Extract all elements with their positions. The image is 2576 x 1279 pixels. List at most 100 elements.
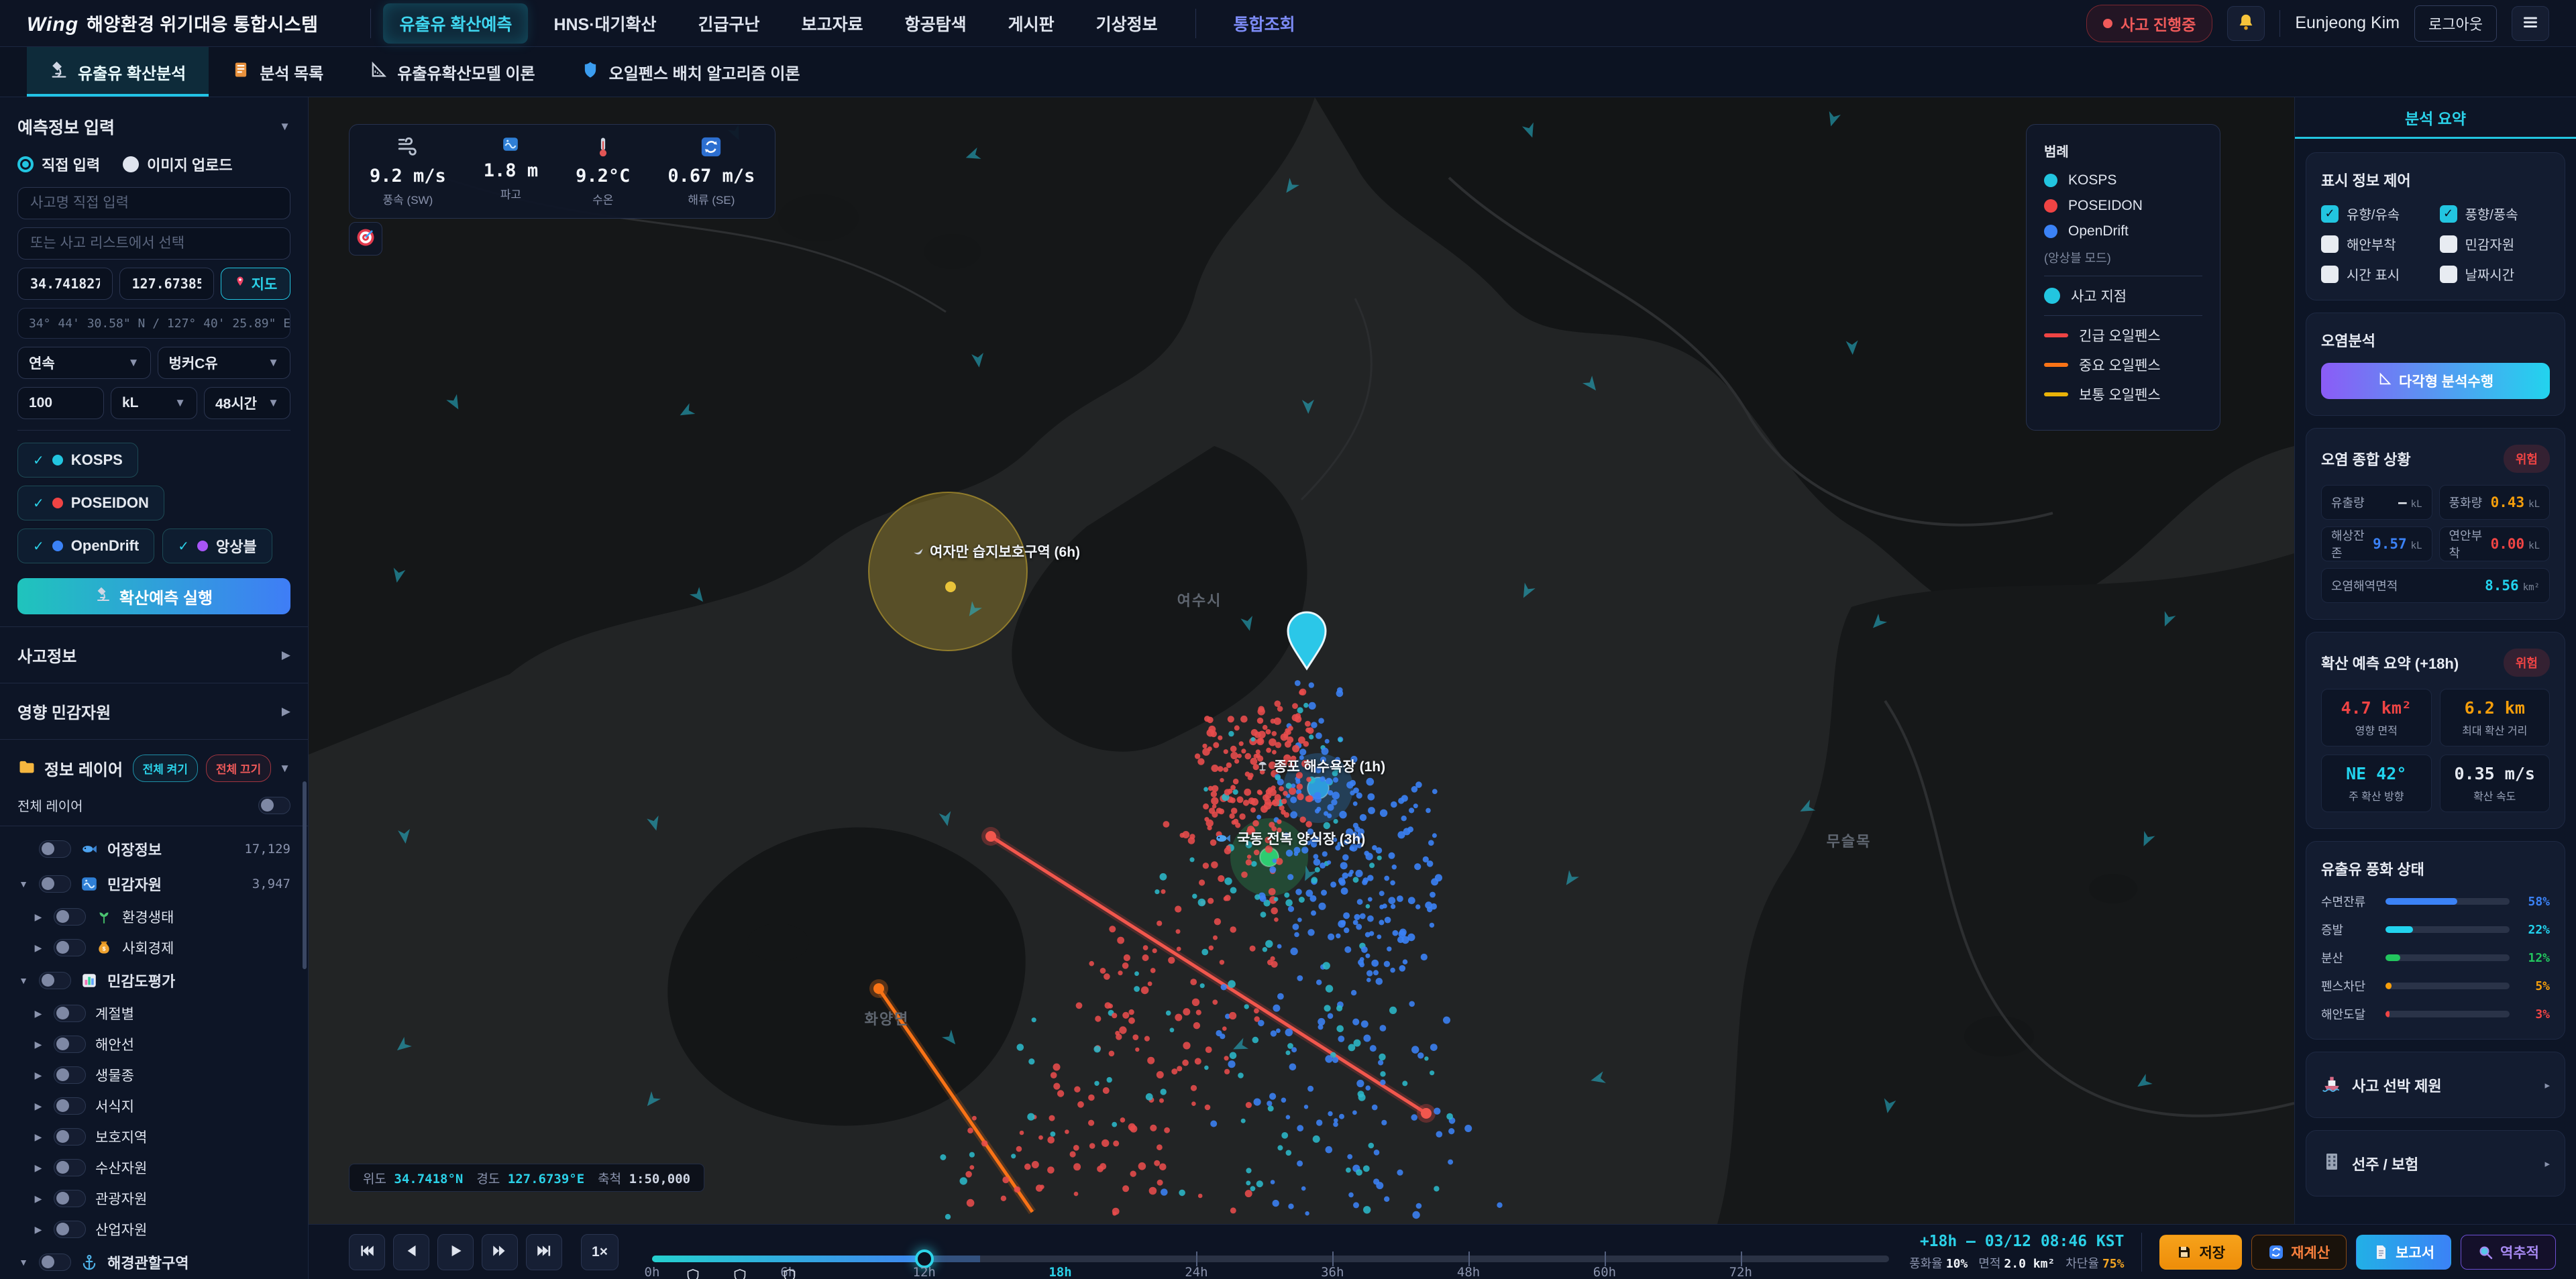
model-chip-KOSPS[interactable]: ✓ KOSPS bbox=[17, 443, 138, 478]
layer-toggle[interactable] bbox=[39, 972, 71, 989]
radio-direct-input[interactable]: 직접 입력 bbox=[17, 154, 100, 175]
timeline-track[interactable]: 0h 6h 12h 18h 24h 36h 48h 60h 72h bbox=[645, 1249, 1890, 1279]
model-chip-OpenDrift[interactable]: ✓ OpenDrift bbox=[17, 529, 155, 563]
report-button[interactable]: 보고서 bbox=[2356, 1234, 2452, 1270]
playback-play-button[interactable] bbox=[437, 1233, 474, 1270]
tab-유출유확산모델 이론[interactable]: 유출유확산모델 이론 bbox=[346, 47, 557, 97]
playback-prev-button[interactable] bbox=[393, 1233, 429, 1270]
spill-type-select[interactable]: 연속 ▼ bbox=[17, 347, 151, 379]
nav-item-기상정보[interactable]: 기상정보 bbox=[1080, 3, 1174, 44]
incident-name-input[interactable] bbox=[17, 187, 290, 219]
caret-icon[interactable]: ▶ bbox=[32, 1008, 44, 1019]
caret-icon[interactable]: ▶ bbox=[32, 1193, 44, 1205]
pick-on-map-button[interactable]: 지도 bbox=[221, 268, 290, 300]
layer-toggle[interactable] bbox=[54, 1221, 86, 1238]
longitude-input[interactable] bbox=[119, 268, 214, 300]
tab-유출유 확산분석[interactable]: 유출유 확산분석 bbox=[27, 47, 209, 97]
tab-오일펜스 배치 알고리즘 이론[interactable]: 오일펜스 배치 알고리즘 이론 bbox=[558, 47, 823, 97]
nav-item-게시판[interactable]: 게시판 bbox=[992, 3, 1071, 44]
owner-insurance-section[interactable]: 선주 / 보험 ▸ bbox=[2306, 1130, 2565, 1197]
layer-toggle[interactable] bbox=[54, 1159, 86, 1176]
duration-select[interactable]: 48시간 ▼ bbox=[204, 387, 290, 419]
incident-list-input[interactable] bbox=[17, 227, 290, 260]
caret-icon[interactable]: ▶ bbox=[32, 1039, 44, 1050]
layer-toggle[interactable] bbox=[54, 1066, 86, 1084]
amount-input[interactable]: 100 bbox=[17, 387, 104, 419]
unit-select[interactable]: kL ▼ bbox=[111, 387, 197, 419]
incident-status-badge[interactable]: 사고 진행중 bbox=[2086, 4, 2213, 42]
nav-item-항공탐색[interactable]: 항공탐색 bbox=[889, 3, 983, 44]
display-check-유향/유속[interactable]: ✓ 유향/유속 bbox=[2321, 204, 2432, 223]
nav-item-보고자료[interactable]: 보고자료 bbox=[786, 3, 879, 44]
caret-icon[interactable]: ▶ bbox=[32, 1224, 44, 1235]
nav-item-통합조회[interactable]: 통합조회 bbox=[1218, 3, 1311, 44]
layer-toggle[interactable] bbox=[54, 939, 86, 956]
model-chip-POSEIDON[interactable]: ✓ POSEIDON bbox=[17, 486, 164, 520]
layer-toggle[interactable] bbox=[54, 1190, 86, 1207]
display-check-민감자원[interactable]: 민감자원 bbox=[2439, 234, 2551, 254]
recalc-button[interactable]: 재계산 bbox=[2251, 1234, 2347, 1270]
caret-icon[interactable]: ▶ bbox=[32, 1101, 44, 1112]
impact-resources-section[interactable]: 영향 민감자원 ▶ bbox=[0, 683, 308, 739]
playback-speed-button[interactable]: 1× bbox=[581, 1233, 619, 1270]
timeline-stat-면적: 면적 2.0 km² bbox=[1978, 1256, 2055, 1271]
run-prediction-button[interactable]: 확산예측 실행 bbox=[17, 578, 290, 614]
incident-info-section[interactable]: 사고정보 ▶ bbox=[0, 626, 308, 683]
caret-icon[interactable]: ▶ bbox=[32, 1162, 44, 1174]
locate-target-button[interactable] bbox=[349, 222, 382, 256]
fence-deploy-marker[interactable] bbox=[784, 1269, 796, 1279]
caret-icon[interactable]: ▼ bbox=[17, 1257, 30, 1268]
oil-type-select[interactable]: 벙커C유 ▼ bbox=[157, 347, 290, 379]
logout-button[interactable]: 로그아웃 bbox=[2414, 5, 2497, 42]
layer-toggle[interactable] bbox=[39, 1254, 71, 1271]
playback-ff-button[interactable] bbox=[482, 1233, 518, 1270]
layer-row-서식지: ▶ 서식지 bbox=[0, 1091, 308, 1121]
layer-toggle[interactable] bbox=[39, 875, 71, 893]
vessel-spec-section[interactable]: 사고 선박 제원 ▸ bbox=[2306, 1052, 2565, 1118]
map-canvas[interactable] bbox=[309, 97, 2294, 1224]
map-area[interactable]: 9.2 m/s 풍속 (SW) 1.8 m 파고 9.2°C 수온 0.67 m/s 해… bbox=[309, 97, 2294, 1224]
hamburger-menu-button[interactable] bbox=[2512, 5, 2549, 41]
all-layers-off-button[interactable]: 전체 끄기 bbox=[205, 755, 272, 782]
fence-deploy-marker[interactable] bbox=[687, 1269, 699, 1279]
caret-icon[interactable]: ▶ bbox=[32, 942, 44, 954]
fence-deploy-marker[interactable] bbox=[734, 1269, 746, 1279]
all-layers-toggle[interactable] bbox=[258, 796, 290, 814]
model-chip-앙상블[interactable]: ✓ 앙상블 bbox=[162, 529, 272, 563]
nav-item-유출유 확산예측[interactable]: 유출유 확산예측 bbox=[383, 3, 529, 44]
display-check-시간 표시[interactable]: 시간 표시 bbox=[2321, 264, 2432, 284]
caret-icon[interactable]: ▶ bbox=[32, 1131, 44, 1143]
playback-end-button[interactable] bbox=[526, 1233, 562, 1270]
display-check-해안부착[interactable]: 해안부착 bbox=[2321, 234, 2432, 254]
layer-tree: ▶어장정보17,129▼민감자원3,947▶환경생태▶$사회경제▼민감도평가▶계… bbox=[0, 826, 308, 1279]
caret-icon[interactable]: ▼ bbox=[17, 879, 30, 889]
ruler-icon bbox=[369, 60, 388, 84]
layer-toggle[interactable] bbox=[54, 1097, 86, 1115]
save-button[interactable]: 저장 bbox=[2159, 1234, 2243, 1270]
polygon-analysis-button[interactable]: 다각형 분석수행 bbox=[2321, 363, 2550, 399]
caret-icon[interactable]: ▶ bbox=[32, 1070, 44, 1081]
radio-image-upload[interactable]: 이미지 업로드 bbox=[123, 154, 233, 175]
timeline-tick-36h: 36h bbox=[1321, 1265, 1344, 1279]
sidebar-scrollbar[interactable] bbox=[303, 781, 307, 969]
notifications-button[interactable] bbox=[2227, 5, 2265, 41]
layer-toggle[interactable] bbox=[54, 1005, 86, 1022]
playback-start-button[interactable] bbox=[349, 1233, 385, 1270]
layer-toggle[interactable] bbox=[54, 908, 86, 926]
display-check-날짜시간[interactable]: 날짜시간 bbox=[2439, 264, 2551, 284]
layer-toggle[interactable] bbox=[54, 1036, 86, 1053]
nav-item-HNS·대기확산[interactable]: HNS·대기확산 bbox=[537, 3, 672, 44]
caret-icon[interactable]: ▶ bbox=[32, 911, 44, 923]
forecast-tile-주 확산 방향: NE 42° 주 확산 방향 bbox=[2321, 755, 2432, 812]
layer-toggle[interactable] bbox=[54, 1128, 86, 1146]
all-layers-on-button[interactable]: 전체 켜기 bbox=[132, 755, 198, 782]
nav-item-긴급구난[interactable]: 긴급구난 bbox=[682, 3, 776, 44]
tab-분석 목록[interactable]: 분석 목록 bbox=[209, 47, 346, 97]
search-button[interactable]: 역추적 bbox=[2461, 1234, 2556, 1270]
model-color-dot bbox=[52, 498, 63, 508]
display-check-풍향/풍속[interactable]: ✓ 풍향/풍속 bbox=[2439, 204, 2551, 223]
layer-toggle[interactable] bbox=[39, 840, 71, 858]
prediction-input-header[interactable]: 예측정보 입력 ▼ bbox=[0, 97, 308, 151]
latitude-input[interactable] bbox=[17, 268, 113, 300]
caret-icon[interactable]: ▼ bbox=[17, 975, 30, 986]
